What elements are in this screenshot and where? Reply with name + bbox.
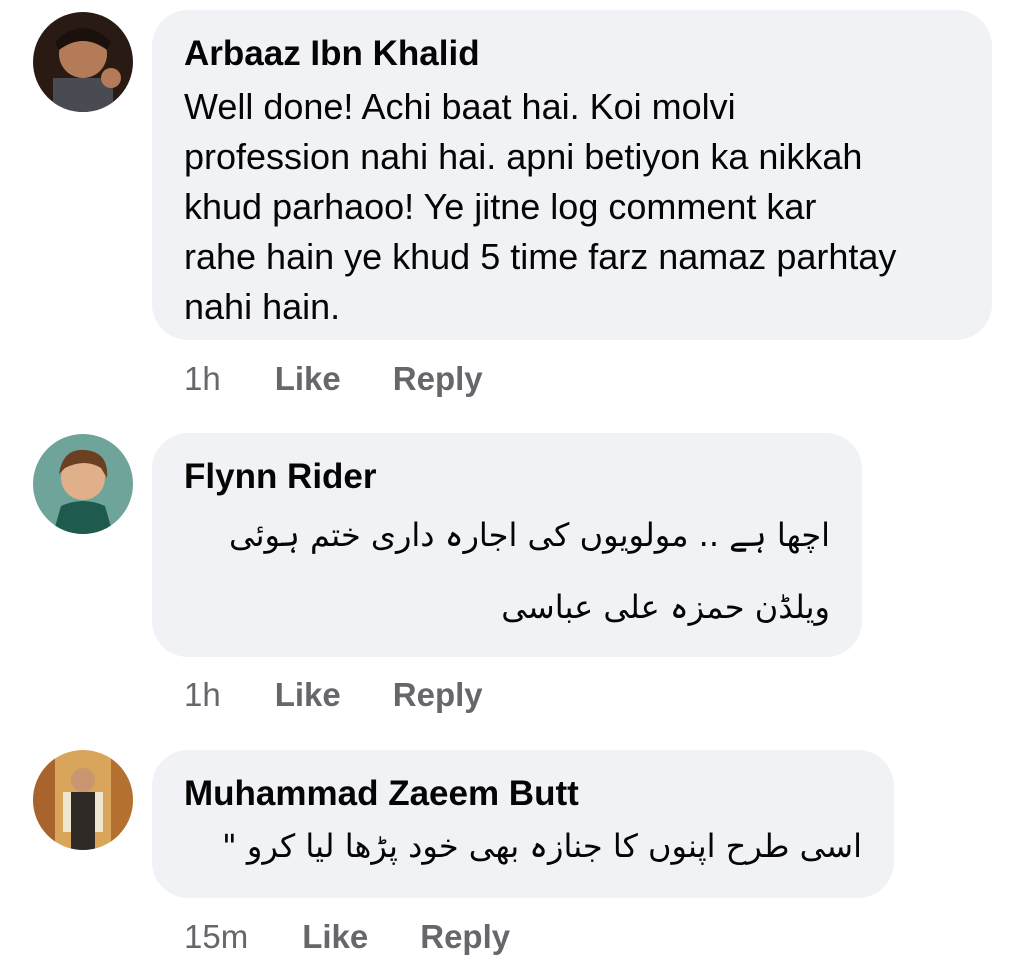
comment-author[interactable]: Muhammad Zaeem Butt (184, 774, 862, 814)
comment-line: profession nahi hai. apni betiyon ka nik… (184, 136, 863, 177)
comment-line: اسی طرح اپنوں کا جنازہ بھی خود پڑھا لیا … (221, 827, 862, 865)
comment-actions: 15m Like Reply (184, 918, 562, 956)
comment-bubble: Flynn Rider اچھا ہے .. مولویوں کی اجارہ … (152, 433, 862, 657)
comment-actions: 1h Like Reply (184, 360, 535, 398)
comment-line: nahi hain. (184, 286, 341, 327)
comment-line: rahe hain ye khud 5 time farz namaz parh… (184, 236, 897, 277)
comment-text: اچھا ہے .. مولویوں کی اجارہ داری ختم ہوئ… (184, 499, 830, 643)
comment-line: khud parhaoo! Ye jitne log comment kar (184, 186, 817, 227)
like-button[interactable]: Like (302, 918, 368, 956)
avatar[interactable] (33, 434, 133, 534)
avatar[interactable] (33, 12, 133, 112)
comment-line: اچھا ہے .. مولویوں کی اجارہ داری ختم ہوئ… (228, 516, 830, 554)
comment-line: ویلڈن حمزہ علی عباسی (501, 588, 830, 626)
comment-actions: 1h Like Reply (184, 676, 535, 714)
comment-timestamp[interactable]: 1h (184, 676, 221, 714)
reply-button[interactable]: Reply (393, 676, 483, 714)
comment-author[interactable]: Flynn Rider (184, 457, 830, 497)
comment-timestamp[interactable]: 15m (184, 918, 248, 956)
avatar[interactable] (33, 750, 133, 850)
comment-line: Well done! Achi baat hai. Koi molvi (184, 86, 736, 127)
comment-timestamp[interactable]: 1h (184, 360, 221, 398)
like-button[interactable]: Like (275, 360, 341, 398)
reply-button[interactable]: Reply (420, 918, 510, 956)
like-button[interactable]: Like (275, 676, 341, 714)
reply-button[interactable]: Reply (393, 360, 483, 398)
comment-bubble: Arbaaz Ibn Khalid Well done! Achi baat h… (152, 10, 992, 340)
comment-bubble: Muhammad Zaeem Butt اسی طرح اپنوں کا جنا… (152, 750, 894, 898)
comment-text: Well done! Achi baat hai. Koi molvi prof… (184, 82, 960, 332)
comment-author[interactable]: Arbaaz Ibn Khalid (184, 34, 960, 74)
comment-text: اسی طرح اپنوں کا جنازہ بھی خود پڑھا لیا … (184, 816, 862, 876)
